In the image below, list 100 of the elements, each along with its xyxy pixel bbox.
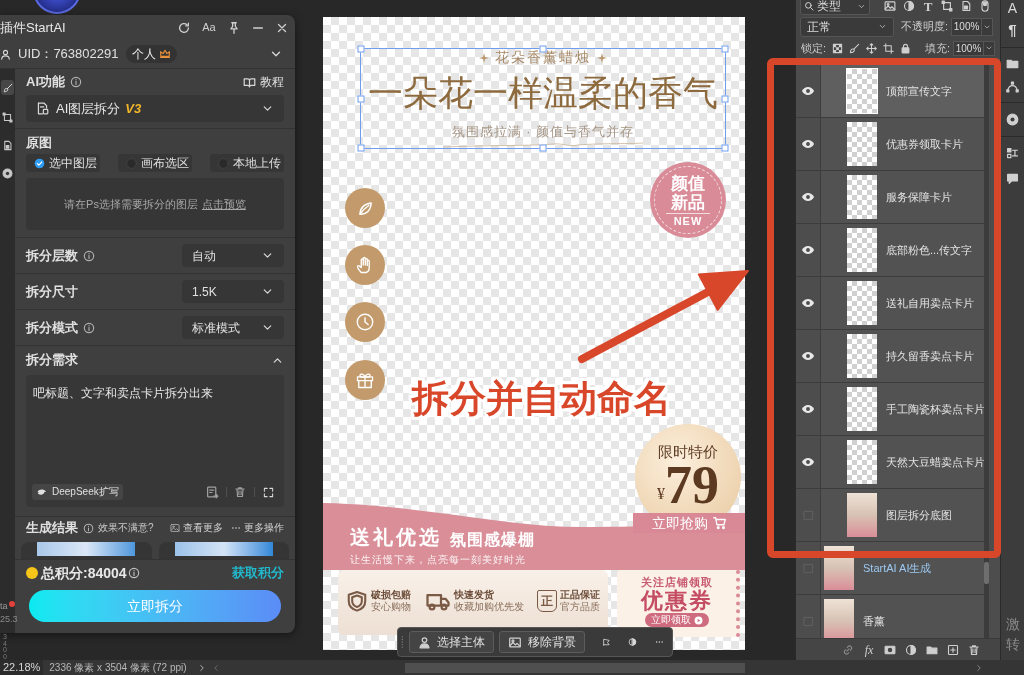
- coupon-caption: 关注店铺领取: [640, 576, 713, 589]
- image-filter-icon[interactable]: [884, 0, 896, 12]
- eye-icon[interactable]: [801, 190, 815, 204]
- transform-handle[interactable]: [357, 45, 365, 53]
- eye-icon[interactable]: [801, 137, 815, 151]
- view-more-link[interactable]: 查看更多: [170, 522, 223, 534]
- chevron-right-icon[interactable]: [974, 662, 984, 673]
- trash-icon[interactable]: [234, 486, 246, 498]
- filter-dropdown[interactable]: 类型: [800, 0, 870, 15]
- search-icon: [804, 1, 814, 11]
- layer-row[interactable]: 手工陶瓷杯卖点卡片: [821, 383, 987, 435]
- earn-points-link[interactable]: 获取积分: [232, 565, 284, 581]
- type-filter-button[interactable]: T: [922, 0, 934, 13]
- transform-handle[interactable]: [357, 144, 365, 152]
- result-card[interactable]: [21, 542, 152, 559]
- lock-icon[interactable]: [900, 42, 912, 54]
- lock-artboard-icon[interactable]: [883, 42, 895, 54]
- banner-title: 送礼优选: [350, 526, 442, 548]
- expand-icon[interactable]: [263, 486, 274, 498]
- more-actions-link[interactable]: 更多操作: [231, 522, 284, 534]
- transform-handle[interactable]: [721, 95, 729, 102]
- layer-style-button[interactable]: fx: [863, 643, 875, 656]
- layer-row[interactable]: 送礼自用卖点卡片: [821, 277, 987, 329]
- document-icon[interactable]: [2, 140, 13, 151]
- radio-option[interactable]: 画布选区: [118, 154, 192, 172]
- sidebar-tab[interactable]: [1, 80, 14, 95]
- folder-icon[interactable]: [926, 643, 938, 656]
- blocks-icon[interactable]: [1006, 147, 1019, 160]
- layer-row[interactable]: 优惠券领取卡片: [821, 118, 987, 170]
- convert-icon[interactable]: [206, 485, 219, 499]
- blend-mode-dropdown[interactable]: 正常: [800, 16, 894, 37]
- eye-icon[interactable]: [801, 455, 815, 469]
- function-dropdown[interactable]: AI图层拆分 V3: [26, 95, 284, 122]
- horizontal-scrollbar[interactable]: [405, 662, 745, 673]
- zoom-level[interactable]: 22.18%: [0, 660, 44, 675]
- document-size: 2336 像素 x 3504 像素 (72 ppi): [49, 661, 187, 674]
- scrollbar-thumb[interactable]: [984, 562, 989, 584]
- layer-row[interactable]: 持久留香卖点卡片: [821, 330, 987, 382]
- remove-background-button[interactable]: 移除背景: [498, 631, 585, 653]
- setting-label: 拆分尺寸: [26, 283, 78, 300]
- layer-row[interactable]: 天然大豆蜡卖点卡片: [821, 436, 987, 488]
- setting-dropdown[interactable]: 1.5K: [182, 280, 284, 303]
- fill-field[interactable]: 100%: [953, 40, 984, 56]
- adjustment-layer-icon[interactable]: [905, 643, 917, 656]
- setting-dropdown[interactable]: 标准模式: [182, 316, 284, 339]
- new-layer-icon[interactable]: [947, 643, 959, 656]
- lock-move-icon[interactable]: [866, 42, 878, 54]
- radio-option[interactable]: 本地上传: [210, 154, 284, 172]
- layer-row[interactable]: 图层拆分底图: [821, 489, 987, 541]
- transform-handle[interactable]: [721, 144, 729, 152]
- eye-icon[interactable]: [801, 243, 815, 257]
- trash-icon[interactable]: [968, 643, 980, 656]
- pin-icon[interactable]: [227, 20, 241, 35]
- guarantee-note: 官方品质: [560, 601, 600, 613]
- ring-icon[interactable]: [1006, 113, 1019, 126]
- brush-icon: [2, 82, 13, 93]
- square-icon[interactable]: [2, 112, 13, 123]
- guarantee-note: 收藏加购优先发: [453, 601, 524, 613]
- comment-icon[interactable]: [1006, 172, 1019, 185]
- select-subject-button[interactable]: 选择主体: [408, 631, 494, 653]
- preview-link[interactable]: 点击预览: [201, 197, 246, 211]
- deepseek-expand-button[interactable]: DeepSeek扩写: [32, 484, 123, 500]
- smart-object-filter-icon[interactable]: [960, 0, 972, 12]
- eye-icon[interactable]: [801, 402, 815, 416]
- font-size-button[interactable]: Aa: [201, 21, 217, 34]
- eye-icon[interactable]: [801, 84, 815, 98]
- folder-icon[interactable]: [1006, 57, 1019, 70]
- link-icon[interactable]: [842, 643, 854, 656]
- character-panel-button[interactable]: A: [1007, 1, 1018, 15]
- feedback-link[interactable]: 效果不满意?: [98, 522, 154, 534]
- layer-row[interactable]: 服务保障卡片: [821, 171, 987, 223]
- layer-row[interactable]: 顶部宣传文字: [821, 65, 987, 117]
- setting-dropdown[interactable]: 自动: [182, 244, 284, 267]
- requirement-textarea[interactable]: 吧标题、文字和卖点卡片拆分出来 DeepSeek扩写: [26, 375, 284, 507]
- toggle-icon[interactable]: [979, 0, 991, 13]
- contrast-icon[interactable]: [628, 635, 638, 649]
- vertical-scrollbar[interactable]: [984, 65, 989, 638]
- adjustment-filter-icon[interactable]: [903, 0, 915, 12]
- transform-handle[interactable]: [539, 144, 547, 152]
- eye-icon[interactable]: [801, 296, 815, 310]
- ring-icon[interactable]: [2, 168, 13, 179]
- opacity-field[interactable]: 100%: [951, 17, 983, 36]
- transform-handle[interactable]: [357, 95, 365, 102]
- fill-stepper[interactable]: [984, 40, 995, 56]
- path-icon[interactable]: [1006, 80, 1019, 93]
- paragraph-panel-button[interactable]: ¶: [1008, 22, 1017, 37]
- transform-handle[interactable]: [721, 45, 729, 53]
- price-value: 79: [665, 458, 719, 512]
- lock-transparency-icon[interactable]: [832, 42, 844, 54]
- layer-row[interactable]: 香薰: [821, 595, 987, 638]
- layer-row[interactable]: 底部粉色...传文字: [821, 224, 987, 276]
- lock-brush-icon[interactable]: [849, 42, 861, 54]
- tutorial-link[interactable]: 教程: [243, 75, 284, 89]
- radio-option[interactable]: 选中图层: [26, 154, 100, 172]
- result-card[interactable]: [158, 542, 289, 559]
- mask-icon[interactable]: [884, 643, 896, 656]
- eye-icon[interactable]: [801, 349, 815, 363]
- shape-filter-icon[interactable]: [941, 0, 953, 12]
- person-icon: [417, 635, 431, 649]
- refresh-icon[interactable]: [177, 20, 191, 35]
